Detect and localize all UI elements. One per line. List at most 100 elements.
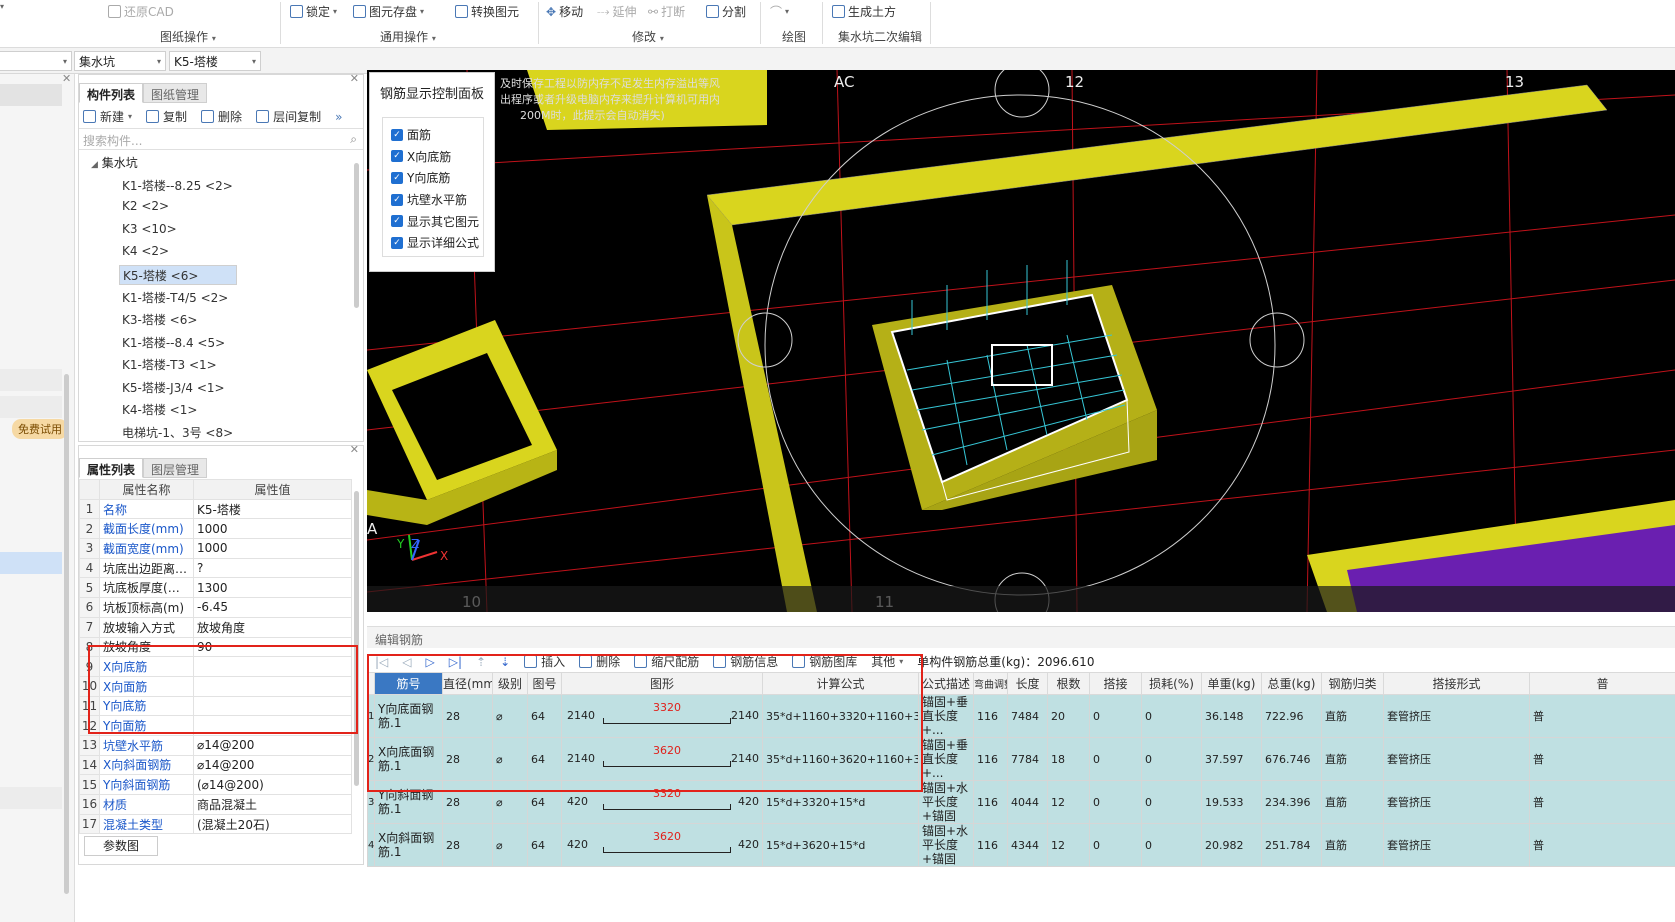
- rebar-cell-grade[interactable]: ⌀: [492, 780, 528, 824]
- rebar-row[interactable]: 3 Y向斜面钢筋.1 28 ⌀ 64 420 3320 420 15*d+3320+15*d 锚固…: [367, 780, 1675, 824]
- group-general-ops[interactable]: 通用操作 ▾: [380, 28, 436, 45]
- more-icon[interactable]: »: [335, 108, 342, 125]
- rebar-cell-loss[interactable]: 0: [1141, 823, 1202, 867]
- rebar-column-header[interactable]: 直径(mm): [442, 672, 493, 695]
- rebar-row[interactable]: 2 X向底面钢筋.1 28 ⌀ 64 2140 3620 2140 35*d+1160+3620…: [367, 737, 1675, 781]
- rebar-cell-name[interactable]: X向斜面钢筋.1: [374, 823, 443, 867]
- rebar-row[interactable]: 1 Y向底面钢筋.1 28 ⌀ 64 2140 3320 2140 35*d+1160+3320…: [367, 694, 1675, 738]
- prop-value[interactable]: 1000: [193, 538, 352, 559]
- tree-item[interactable]: K5-塔楼-J3/4 <1>: [119, 378, 228, 397]
- type-selector[interactable]: 集水坑 ▾: [74, 51, 166, 71]
- option-face-rebar[interactable]: ✓ 面筋: [391, 124, 483, 146]
- prop-value[interactable]: 放坡角度: [193, 616, 352, 638]
- property-row[interactable]: 3 截面宽度(mm) 1000: [79, 538, 352, 559]
- option-show-other-elements[interactable]: ✓ 显示其它图元: [391, 210, 483, 232]
- rebar-column-header[interactable]: 图形: [561, 672, 763, 695]
- rebar-cell-lapform[interactable]: 套管挤压: [1383, 823, 1530, 867]
- rebar-cell-dia[interactable]: 28: [442, 737, 493, 781]
- insert-button[interactable]: 插入: [524, 653, 565, 670]
- rebar-column-header[interactable]: 级别: [492, 672, 528, 695]
- rebar-shape-cell[interactable]: 2140 3620 2140: [561, 737, 763, 781]
- rebar-cell-fig[interactable]: 64: [527, 823, 562, 867]
- rebar-cell-desc[interactable]: 锚固+垂直长度+...: [918, 737, 974, 781]
- rebar-column-header[interactable]: 搭接: [1089, 672, 1142, 695]
- break-button[interactable]: ⚯ 打断: [648, 3, 685, 20]
- prop-value[interactable]: (⌀14@200): [193, 774, 352, 795]
- property-row[interactable]: 14 X向斜面钢筋 ⌀14@200: [79, 754, 352, 776]
- rebar-cell-bend[interactable]: 116: [973, 737, 1008, 781]
- rebar-cell-lap[interactable]: 0: [1089, 780, 1142, 824]
- property-row[interactable]: 2 截面长度(mm) 1000: [79, 518, 352, 540]
- rebar-cell-name[interactable]: X向底面钢筋.1: [374, 737, 443, 781]
- rebar-cell-total[interactable]: 722.96: [1261, 694, 1322, 738]
- property-row[interactable]: 9 X向底筋: [79, 656, 352, 677]
- rebar-cell-loss[interactable]: 0: [1141, 737, 1202, 781]
- rebar-column-header[interactable]: 图号: [527, 672, 562, 695]
- rebar-cell-name[interactable]: Y向斜面钢筋.1: [374, 780, 443, 824]
- rebar-cell-unit[interactable]: 19.533: [1201, 780, 1262, 824]
- nav-strip-item[interactable]: [0, 369, 62, 391]
- rebar-cell-cls[interactable]: 直筋: [1321, 737, 1384, 781]
- property-row[interactable]: 17 混凝土类型 (混凝土20石): [79, 813, 352, 835]
- lock-button[interactable]: 锁定 ▾: [290, 3, 337, 20]
- rebar-cell-len[interactable]: 4044: [1007, 780, 1048, 824]
- prop-value[interactable]: -6.45: [193, 597, 352, 618]
- prop-value[interactable]: ?: [193, 557, 352, 579]
- next-icon[interactable]: ▷: [426, 655, 435, 669]
- rebar-info-button[interactable]: 钢筋信息: [713, 653, 778, 670]
- gen-earthwork-button[interactable]: 生成土方: [832, 3, 896, 20]
- prop-value[interactable]: 1000: [193, 518, 352, 540]
- rebar-cell-unit[interactable]: 37.597: [1201, 737, 1262, 781]
- prop-value[interactable]: [193, 715, 352, 736]
- rebar-cell-lap[interactable]: 0: [1089, 694, 1142, 738]
- property-row[interactable]: 5 坑底板厚度(mm) 1300: [79, 577, 352, 599]
- rebar-cell-lapform[interactable]: 套管挤压: [1383, 737, 1530, 781]
- rebar-cell-fig[interactable]: 64: [527, 694, 562, 738]
- rebar-cell-loss[interactable]: 0: [1141, 780, 1202, 824]
- prop-value[interactable]: 90: [193, 636, 352, 658]
- rebar-cell-dia[interactable]: 28: [442, 823, 493, 867]
- option-y-bottom-rebar[interactable]: ✓ Y向底筋: [391, 167, 483, 189]
- rebar-column-header[interactable]: 搭接形式: [1383, 672, 1530, 695]
- tab-component-list[interactable]: 构件列表: [79, 83, 144, 103]
- option-x-bottom-rebar[interactable]: ✓ X向底筋: [391, 146, 483, 168]
- first-icon[interactable]: |◁: [375, 655, 388, 669]
- prop-value[interactable]: [193, 656, 352, 677]
- tree-item[interactable]: K4 <2>: [119, 243, 172, 259]
- tree-item[interactable]: K1-塔楼-T3 <1>: [119, 355, 220, 374]
- rebar-cell-len[interactable]: 7784: [1007, 737, 1048, 781]
- rebar-cell-count[interactable]: 20: [1047, 694, 1090, 738]
- rebar-cell-total[interactable]: 251.784: [1261, 823, 1322, 867]
- rebar-cell-fig[interactable]: 64: [527, 737, 562, 781]
- rebar-cell-total[interactable]: 234.396: [1261, 780, 1322, 824]
- last-icon[interactable]: ▷|: [449, 655, 462, 669]
- tree-item[interactable]: K1-塔楼-T4/5 <2>: [119, 288, 231, 307]
- rebar-shape-cell[interactable]: 420 3620 420: [561, 823, 763, 867]
- rebar-library-button[interactable]: 钢筋图库: [792, 653, 857, 670]
- property-row[interactable]: 12 Y向面筋: [79, 715, 352, 736]
- rebar-column-header[interactable]: 总重(kg): [1261, 672, 1322, 695]
- rebar-cell-lap[interactable]: 0: [1089, 823, 1142, 867]
- rebar-cell-loss[interactable]: 0: [1141, 694, 1202, 738]
- group-modify[interactable]: 修改 ▾: [632, 28, 664, 45]
- search-input[interactable]: 搜索构件...: [79, 128, 363, 150]
- rebar-cell-lap[interactable]: 0: [1089, 737, 1142, 781]
- rebar-cell-unit[interactable]: 36.148: [1201, 694, 1262, 738]
- rebar-cell-extra[interactable]: 普: [1529, 780, 1675, 824]
- 3d-viewport[interactable]: 及时保存工程以防内存不足发生内存溢出等风 出程序或者升级电脑内存来提升计算机可用…: [367, 70, 1675, 612]
- property-row[interactable]: 7 放坡输入方式 放坡角度: [79, 616, 352, 638]
- convert-element-button[interactable]: 转换图元: [455, 3, 519, 20]
- rebar-cell-bend[interactable]: 116: [973, 780, 1008, 824]
- rebar-cell-desc[interactable]: 锚固+垂直长度+...: [918, 694, 974, 738]
- nav-strip-item[interactable]: [0, 84, 62, 106]
- extend-button[interactable]: ⤏ 延伸: [597, 3, 637, 20]
- rebar-cell-formula[interactable]: 15*d+3320+15*d: [762, 780, 919, 824]
- prop-value[interactable]: [193, 695, 352, 717]
- rebar-cell-count[interactable]: 18: [1047, 737, 1090, 781]
- rebar-column-header[interactable]: 公式描述: [918, 672, 974, 695]
- rebar-column-header[interactable]: 损耗(%): [1141, 672, 1202, 695]
- ribbon-dropdown-caret[interactable]: ▾: [0, 2, 4, 11]
- nav-strip-item-selected[interactable]: [0, 552, 62, 574]
- rebar-cell-count[interactable]: 12: [1047, 780, 1090, 824]
- tree-item[interactable]: K1-塔楼--8.4 <5>: [119, 333, 228, 352]
